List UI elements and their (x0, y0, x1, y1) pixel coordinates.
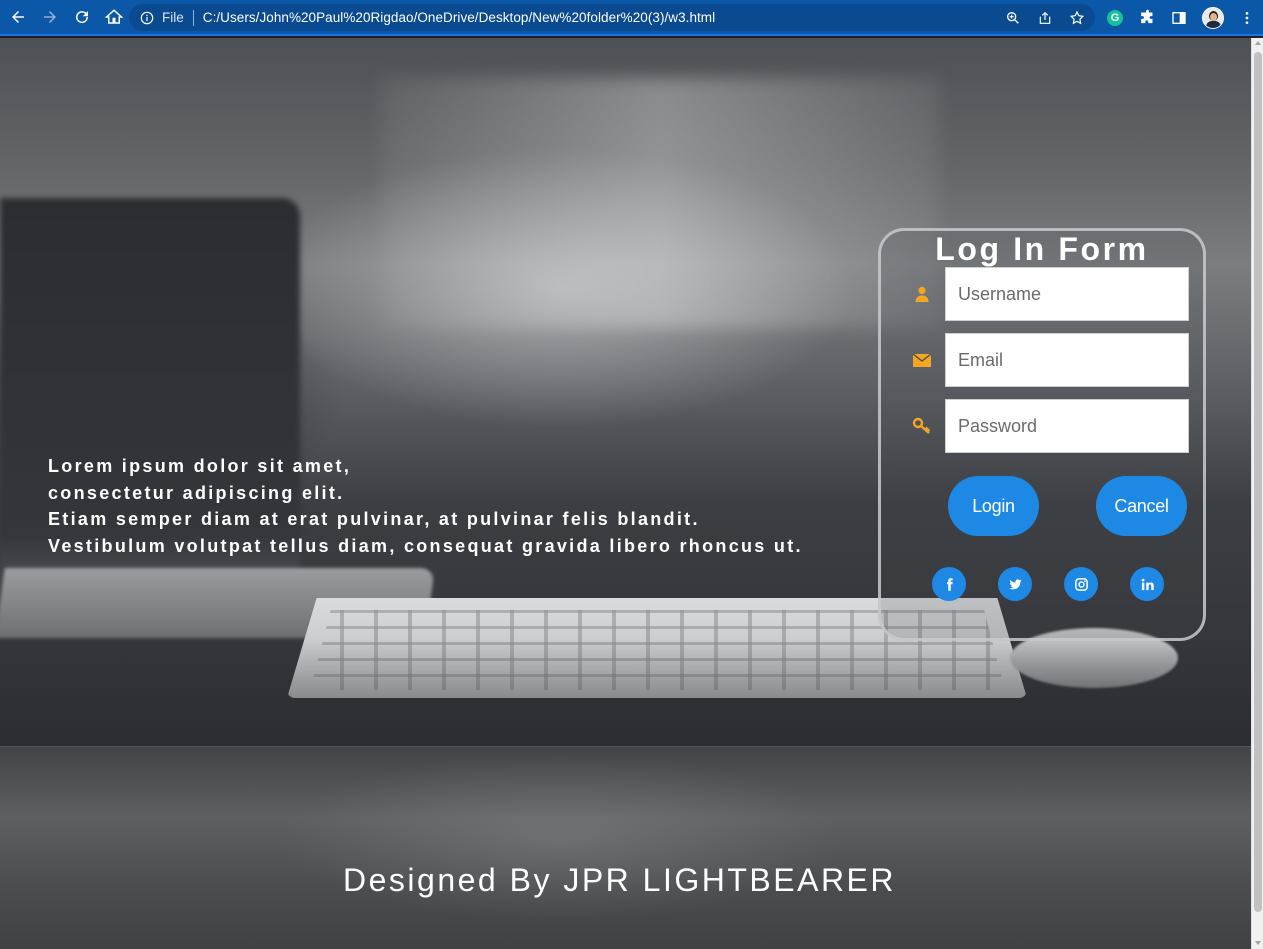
hero-line: Lorem ipsum dolor sit amet, (48, 456, 352, 476)
hero-line: Etiam semper diam at erat pulvinar, at p… (48, 509, 700, 529)
side-panel-button[interactable] (1170, 9, 1188, 27)
extensions-button[interactable] (1138, 9, 1156, 27)
page-viewport: Lorem ipsum dolor sit amet, consectetur … (0, 38, 1251, 949)
user-icon (911, 284, 933, 304)
email-row (881, 333, 1203, 387)
reload-button[interactable] (66, 1, 98, 33)
facebook-link[interactable] (932, 567, 966, 601)
linkedin-icon (1141, 578, 1154, 590)
browser-toolbar: File C:/Users/John%20Paul%20Rigdao/OneDr… (0, 0, 1263, 36)
side-panel-icon (1172, 11, 1186, 24)
key-icon (911, 416, 933, 436)
hero-line: Vestibulum volutpat tellus diam, consequ… (48, 535, 803, 556)
vertical-scrollbar[interactable] (1251, 38, 1263, 949)
instagram-link[interactable] (1064, 567, 1098, 601)
profile-avatar[interactable] (1202, 6, 1224, 29)
hero-line: consectetur adipiscing elit. (48, 482, 345, 503)
instagram-icon (1074, 577, 1088, 591)
share-icon[interactable] (1037, 10, 1053, 26)
arrow-left-icon (12, 11, 24, 23)
twitter-icon (1008, 578, 1022, 589)
login-title: Log In Form (935, 231, 1149, 267)
linkedin-link[interactable] (1130, 567, 1164, 601)
password-input[interactable] (945, 399, 1189, 453)
grammarly-icon: G (1107, 9, 1123, 26)
reload-icon (76, 11, 89, 24)
arrow-right-icon (44, 11, 56, 23)
footer-section (0, 746, 1251, 949)
forward-button[interactable] (34, 1, 66, 33)
username-input[interactable] (945, 267, 1189, 321)
home-button[interactable] (98, 1, 130, 33)
login-form: Log In Form Login Cancel (878, 228, 1206, 641)
hero-text: Lorem ipsum dolor sit amet, consectetur … (48, 453, 803, 559)
scroll-thumb[interactable] (1254, 52, 1262, 912)
envelope-icon (911, 350, 933, 370)
footer-credit: Designed By JPR LIGHTBEARER (343, 862, 896, 898)
username-row (881, 267, 1203, 321)
omnibox-divider (192, 9, 194, 26)
bookmark-star-icon[interactable] (1069, 10, 1085, 26)
back-button[interactable] (2, 1, 34, 33)
twitter-link[interactable] (998, 567, 1032, 601)
scheme-label: File (162, 10, 184, 25)
home-icon (105, 9, 123, 24)
site-info-icon[interactable] (139, 10, 155, 26)
grammarly-extension-button[interactable]: G (1106, 9, 1124, 27)
kebab-menu-icon (1245, 11, 1249, 24)
email-input[interactable] (945, 333, 1189, 387)
facebook-icon (946, 577, 953, 591)
zoom-icon[interactable] (1005, 10, 1021, 26)
scroll-up-arrow[interactable] (1255, 41, 1261, 45)
url-text[interactable]: C:/Users/John%20Paul%20Rigdao/OneDrive/D… (203, 10, 715, 25)
address-bar[interactable]: File C:/Users/John%20Paul%20Rigdao/OneDr… (129, 4, 1095, 31)
login-button[interactable]: Login (948, 476, 1039, 536)
puzzle-icon (1140, 9, 1152, 24)
cancel-button[interactable]: Cancel (1096, 476, 1187, 536)
scroll-down-arrow[interactable] (1255, 941, 1261, 945)
menu-button[interactable] (1238, 9, 1256, 27)
password-row (881, 399, 1203, 453)
